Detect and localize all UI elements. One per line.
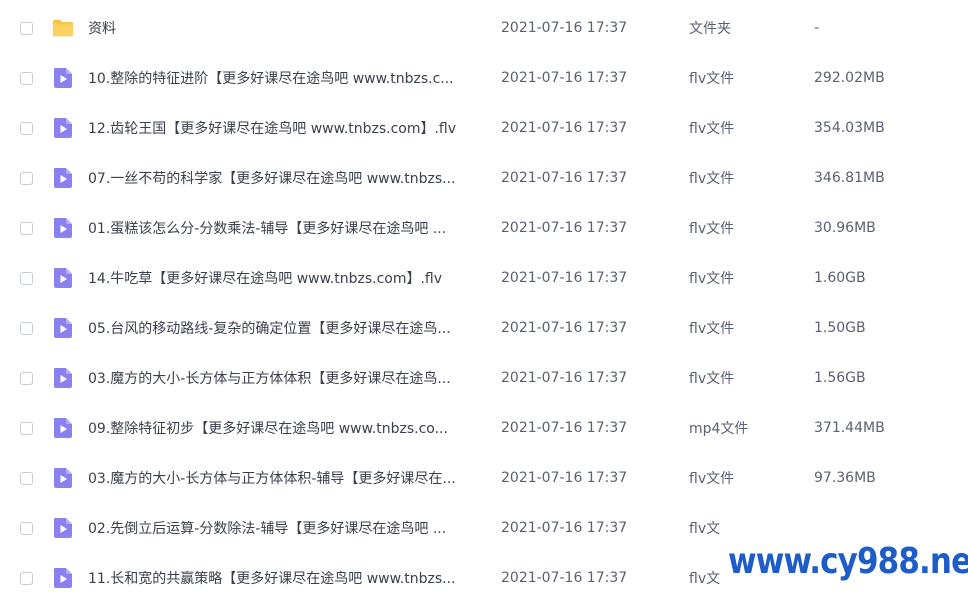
file-row[interactable]: 14.牛吃草【更多好课尽在途鸟吧 www.tnbzs.com】.flv 2021-… [0,253,968,303]
file-modified-date: 2021-07-16 17:37 [501,270,628,286]
file-name[interactable]: 03.魔方的大小-长方体与正方体体积-辅导【更多好课尽在... [88,468,483,488]
file-type: flv文件 [689,71,735,87]
video-file-icon [52,467,74,489]
file-name[interactable]: 01.蛋糕该怎么分-分数乘法-辅导【更多好课尽在途鸟吧 ... [88,218,483,238]
file-modified-date: 2021-07-16 17:37 [501,520,628,536]
file-row[interactable]: 03.魔方的大小-长方体与正方体体积【更多好课尽在途鸟... 2021-07-16… [0,353,968,403]
video-file-icon [52,117,74,139]
video-file-icon [52,217,74,239]
file-name[interactable]: 资料 [88,18,483,38]
row-checkbox[interactable] [20,171,33,185]
file-row[interactable]: 09.整除特征初步【更多好课尽在途鸟吧 www.tnbzs.co... 2021-… [0,403,968,453]
file-modified-date: 2021-07-16 17:37 [501,170,628,186]
file-name[interactable]: 09.整除特征初步【更多好课尽在途鸟吧 www.tnbzs.co... [88,418,483,438]
file-name[interactable]: 10.整除的特征进阶【更多好课尽在途鸟吧 www.tnbzs.c... [88,68,483,88]
row-checkbox[interactable] [20,421,33,435]
row-checkbox[interactable] [20,521,33,535]
row-checkbox[interactable] [20,121,33,135]
file-row[interactable]: 07.一丝不苟的科学家【更多好课尽在途鸟吧 www.tnbzs... 2021-0… [0,153,968,203]
file-modified-date: 2021-07-16 17:37 [501,570,628,586]
file-type: flv文件 [689,471,735,487]
file-type: flv文件 [689,121,735,137]
file-type: flv文件 [689,221,735,237]
video-file-icon [52,567,74,589]
folder-icon [52,17,74,39]
row-checkbox[interactable] [20,221,33,235]
row-checkbox[interactable] [20,71,33,85]
video-file-icon [52,367,74,389]
file-row[interactable]: 03.魔方的大小-长方体与正方体体积-辅导【更多好课尽在... 2021-07-1… [0,453,968,503]
file-name[interactable]: 11.长和宽的共赢策略【更多好课尽在途鸟吧 www.tnbzs... [88,568,483,588]
video-file-icon [52,417,74,439]
file-type: flv文件 [689,171,735,187]
row-checkbox[interactable] [20,571,33,585]
file-row[interactable]: 资料 2021-07-16 17:37 文件夹 - [0,3,968,53]
file-list: 资料 2021-07-16 17:37 文件夹 - 10.整除的特征进阶【更多好课尽在途… [0,0,968,602]
row-checkbox[interactable] [20,321,33,335]
video-file-icon [52,67,74,89]
file-row[interactable]: 01.蛋糕该怎么分-分数乘法-辅导【更多好课尽在途鸟吧 ... 2021-07-1… [0,203,968,253]
file-size: 346.81MB [814,170,885,186]
row-checkbox[interactable] [20,21,33,35]
file-type: flv文件 [689,271,735,287]
file-name[interactable]: 02.先倒立后运算-分数除法-辅导【更多好课尽在途鸟吧 ... [88,518,483,538]
row-checkbox[interactable] [20,471,33,485]
row-checkbox[interactable] [20,371,33,385]
file-size: 30.96MB [814,220,876,236]
file-size: - [814,20,820,36]
file-name[interactable]: 03.魔方的大小-长方体与正方体体积【更多好课尽在途鸟... [88,368,483,388]
row-checkbox[interactable] [20,271,33,285]
file-modified-date: 2021-07-16 17:37 [501,220,628,236]
file-name[interactable]: 14.牛吃草【更多好课尽在途鸟吧 www.tnbzs.com】.flv [88,268,483,288]
file-row[interactable]: 05.台风的移动路线-复杂的确定位置【更多好课尽在途鸟... 2021-07-16… [0,303,968,353]
file-type: flv文件 [689,371,735,387]
file-size: 1.50GB [814,320,866,336]
file-modified-date: 2021-07-16 17:37 [501,420,628,436]
file-size: 97.36MB [814,470,876,486]
file-size: 1.60GB [814,270,866,286]
file-row[interactable]: 12.齿轮王国【更多好课尽在途鸟吧 www.tnbzs.com】.flv 2021… [0,103,968,153]
file-modified-date: 2021-07-16 17:37 [501,20,628,36]
file-name[interactable]: 12.齿轮王国【更多好课尽在途鸟吧 www.tnbzs.com】.flv [88,118,483,138]
video-file-icon [52,517,74,539]
file-type: mp4文件 [689,421,749,437]
file-modified-date: 2021-07-16 17:37 [501,370,628,386]
file-type: flv文 [689,521,721,537]
video-file-icon [52,317,74,339]
file-size: 292.02MB [814,70,885,86]
file-row[interactable]: 10.整除的特征进阶【更多好课尽在途鸟吧 www.tnbzs.c... 2021-… [0,53,968,103]
file-modified-date: 2021-07-16 17:37 [501,470,628,486]
file-name[interactable]: 07.一丝不苟的科学家【更多好课尽在途鸟吧 www.tnbzs... [88,168,483,188]
file-modified-date: 2021-07-16 17:37 [501,320,628,336]
file-size: 354.03MB [814,120,885,136]
video-file-icon [52,267,74,289]
file-name[interactable]: 05.台风的移动路线-复杂的确定位置【更多好课尽在途鸟... [88,318,483,338]
file-size: 1.56GB [814,370,866,386]
file-size: 371.44MB [814,420,885,436]
watermark: www.cy988.net [728,536,968,588]
video-file-icon [52,167,74,189]
file-type: flv文件 [689,321,735,337]
file-modified-date: 2021-07-16 17:37 [501,70,628,86]
file-type: 文件夹 [689,21,731,37]
file-modified-date: 2021-07-16 17:37 [501,120,628,136]
